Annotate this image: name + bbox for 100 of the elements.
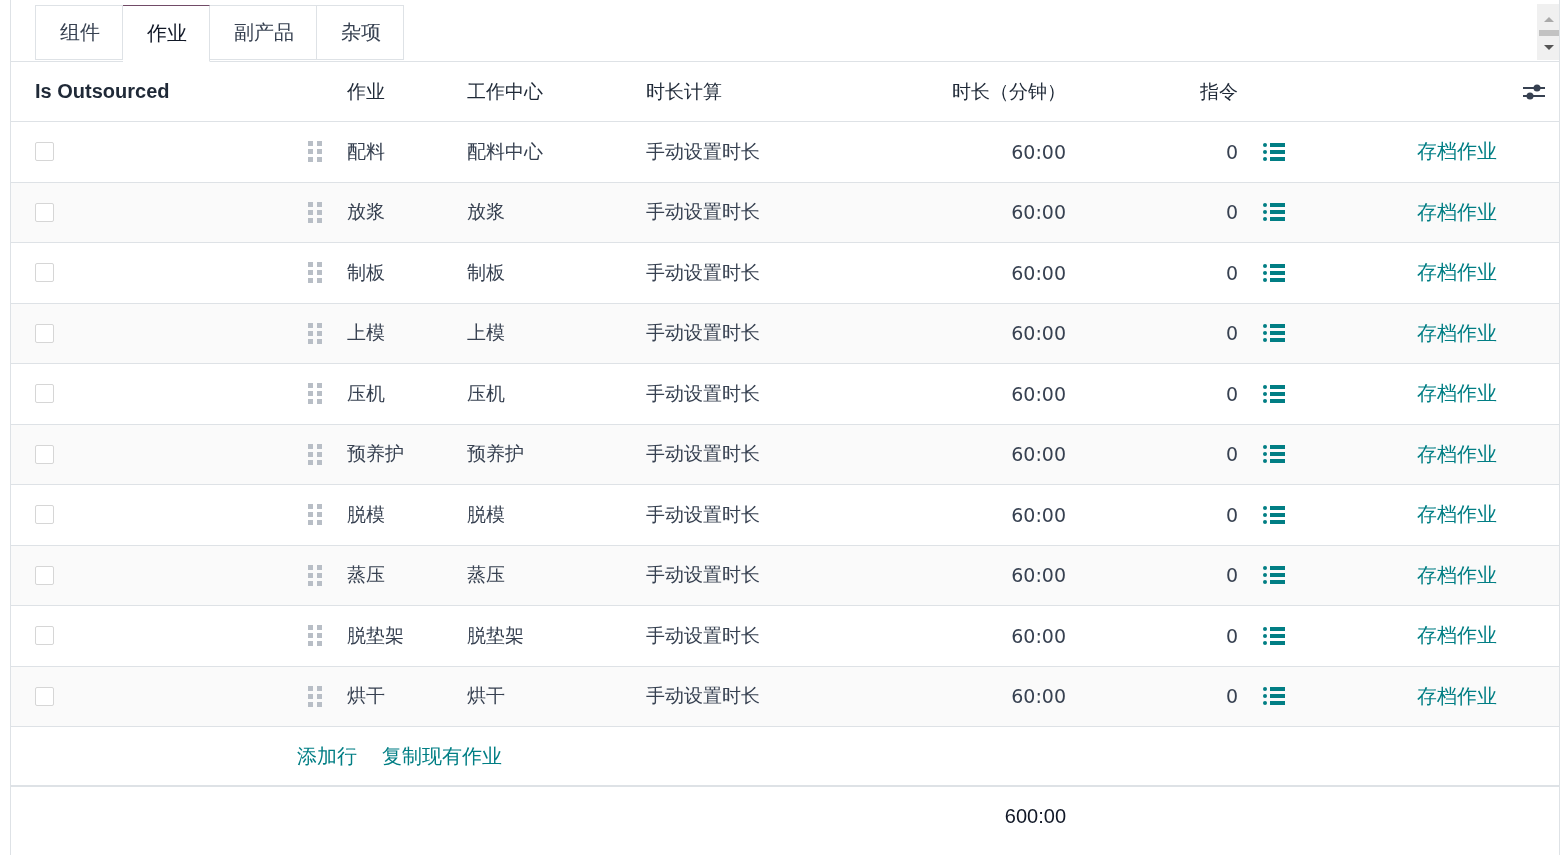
list-icon[interactable] <box>1263 445 1285 464</box>
column-header: 指令 <box>1199 78 1238 104</box>
table-cell-text: 手动设置时长 <box>646 138 761 164</box>
table-cell-text: 60:00 <box>1010 624 1066 647</box>
table-cell-text: 手动设置时长 <box>646 320 761 346</box>
archive-link[interactable]: 存档作业 <box>1417 139 1497 164</box>
table-cell-text: 蒸压 <box>347 562 386 588</box>
drag-handle-icon[interactable] <box>308 383 322 405</box>
table-cell-text: 脱垫架 <box>467 622 525 648</box>
table-cell-text: 上模 <box>467 320 506 346</box>
total-duration: 600:00 <box>1003 804 1066 828</box>
table-cell-text: 上模 <box>347 320 386 346</box>
list-icon[interactable] <box>1263 687 1285 706</box>
archive-link[interactable]: 存档作业 <box>1417 683 1497 708</box>
checkbox[interactable] <box>35 505 54 525</box>
table-cell-text: 配料中心 <box>467 138 544 164</box>
checkbox[interactable] <box>35 565 54 585</box>
table-cell-text: 60:00 <box>1010 322 1066 345</box>
list-icon[interactable] <box>1263 263 1285 282</box>
archive-link[interactable]: 存档作业 <box>1417 441 1497 466</box>
scrollbar[interactable] <box>1537 4 1559 60</box>
list-icon[interactable] <box>1263 142 1285 161</box>
table-cell-text: 烘干 <box>467 683 506 709</box>
table-cell-text: 60:00 <box>1010 503 1066 526</box>
column-header: 作业 <box>347 78 386 104</box>
archive-link[interactable]: 存档作业 <box>1417 260 1497 285</box>
checkbox[interactable] <box>35 626 54 646</box>
table-cell-text: 0 <box>1224 261 1238 284</box>
column-header: 工作中心 <box>467 78 544 104</box>
table-cell-text: 脱模 <box>347 501 386 527</box>
table-cell-text: 0 <box>1224 564 1238 587</box>
table-cell-text: 0 <box>1224 685 1238 708</box>
tab[interactable]: 杂项 <box>317 5 404 60</box>
checkbox[interactable] <box>35 384 54 404</box>
checkbox[interactable] <box>35 686 54 706</box>
table-cell-text: 手动设置时长 <box>646 683 761 709</box>
list-icon[interactable] <box>1263 566 1285 585</box>
table-cell-text: 手动设置时长 <box>646 562 761 588</box>
drag-handle-icon[interactable] <box>308 625 322 647</box>
table-cell-text: 放浆 <box>467 199 506 225</box>
tab[interactable]: 副产品 <box>210 5 317 60</box>
table-cell-text: 制板 <box>347 259 386 285</box>
table-cell-text: 预养护 <box>347 441 405 467</box>
column-header: 时长（分钟） <box>951 78 1066 104</box>
table-cell-text: 60:00 <box>1010 564 1066 587</box>
table-cell-text: 0 <box>1224 322 1238 345</box>
table-cell-text: 手动设置时长 <box>646 380 761 406</box>
table-cell-text: 配料 <box>347 138 386 164</box>
table-cell-text: 0 <box>1224 382 1238 405</box>
drag-handle-icon[interactable] <box>308 504 322 526</box>
add-link[interactable]: 添加行 <box>297 742 357 770</box>
table-cell-text: 60:00 <box>1010 140 1066 163</box>
archive-link[interactable]: 存档作业 <box>1417 381 1497 406</box>
drag-handle-icon[interactable] <box>308 141 322 163</box>
archive-link[interactable]: 存档作业 <box>1417 562 1497 587</box>
table-cell-text: 手动设置时长 <box>646 199 761 225</box>
drag-handle-icon[interactable] <box>308 201 322 223</box>
column-header: 时长计算 <box>646 78 723 104</box>
list-icon[interactable] <box>1263 505 1285 524</box>
drag-handle-icon[interactable] <box>308 322 322 344</box>
checkbox[interactable] <box>35 323 54 343</box>
archive-link[interactable]: 存档作业 <box>1417 320 1497 345</box>
checkbox[interactable] <box>35 263 54 283</box>
list-icon[interactable] <box>1263 384 1285 403</box>
drag-handle-icon[interactable] <box>308 443 322 465</box>
tab[interactable]: 组件 <box>35 5 123 60</box>
drag-handle-icon[interactable] <box>308 685 322 707</box>
table-cell-text: 压机 <box>347 380 386 406</box>
table-cell-text: 60:00 <box>1010 261 1066 284</box>
add-link[interactable]: 复制现有作业 <box>382 742 502 770</box>
checkbox[interactable] <box>35 142 54 162</box>
list-icon[interactable] <box>1263 203 1285 222</box>
table-cell-text: 60:00 <box>1010 201 1066 224</box>
table-cell-text: 手动设置时长 <box>646 622 761 648</box>
table-cell-text: 预养护 <box>467 441 525 467</box>
table-cell-text: 0 <box>1224 503 1238 526</box>
table-cell-text: 手动设置时长 <box>646 259 761 285</box>
table-cell-text: 脱模 <box>467 501 506 527</box>
drag-handle-icon[interactable] <box>308 564 322 586</box>
table-cell-text: 手动设置时长 <box>646 501 761 527</box>
checkbox[interactable] <box>35 444 54 464</box>
table-cell-text: 60:00 <box>1010 685 1066 708</box>
table-cell-text: 60:00 <box>1010 443 1066 466</box>
table-cell-text: 放浆 <box>347 199 386 225</box>
table-cell-text: 0 <box>1224 443 1238 466</box>
list-icon[interactable] <box>1263 626 1285 645</box>
table-cell-text: 0 <box>1224 201 1238 224</box>
archive-link[interactable]: 存档作业 <box>1417 199 1497 224</box>
tab[interactable]: 作业 <box>123 5 210 62</box>
table-cell-text: 制板 <box>467 259 506 285</box>
drag-handle-icon[interactable] <box>308 262 322 284</box>
table-cell-text: 脱垫架 <box>347 622 405 648</box>
table-cell-text: 蒸压 <box>467 562 506 588</box>
table-cell-text: 60:00 <box>1010 382 1066 405</box>
checkbox[interactable] <box>35 202 54 222</box>
list-icon[interactable] <box>1263 324 1285 343</box>
archive-link[interactable]: 存档作业 <box>1417 502 1497 527</box>
archive-link[interactable]: 存档作业 <box>1417 623 1497 648</box>
column-header: Is Outsourced <box>35 80 171 103</box>
table-cell-text: 烘干 <box>347 683 386 709</box>
